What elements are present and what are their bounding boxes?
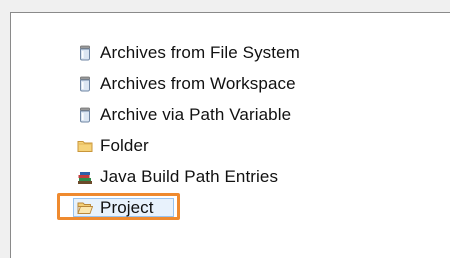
tree-item-java-build-path-entries[interactable]: Java Build Path Entries <box>63 161 300 192</box>
tree-item-archive-via-path-variable[interactable]: Archive via Path Variable <box>63 99 300 130</box>
tree-item-label: Archives from Workspace <box>100 73 296 93</box>
jar-icon <box>77 107 93 123</box>
tree-item-archives-from-workspace[interactable]: Archives from Workspace <box>63 68 300 99</box>
tree-item-project[interactable]: Project <box>57 192 300 223</box>
tree-item-label: Project <box>100 197 154 217</box>
source-type-tree: Archives from File System Archives from … <box>57 37 300 223</box>
library-icon <box>77 169 93 185</box>
open-folder-icon <box>77 200 94 216</box>
source-type-tree-panel: Archives from File System Archives from … <box>10 12 450 258</box>
tree-item-label: Archive via Path Variable <box>100 104 292 124</box>
jar-icon <box>77 45 93 61</box>
tree-item-label: Folder <box>100 135 149 155</box>
tree-item-archives-from-file-system[interactable]: Archives from File System <box>63 37 300 68</box>
tree-item-label: Archives from File System <box>100 42 300 62</box>
folder-icon <box>77 138 93 154</box>
tree-item-folder[interactable]: Folder <box>63 130 300 161</box>
tree-item-label: Java Build Path Entries <box>100 166 279 186</box>
jar-icon <box>77 76 93 92</box>
